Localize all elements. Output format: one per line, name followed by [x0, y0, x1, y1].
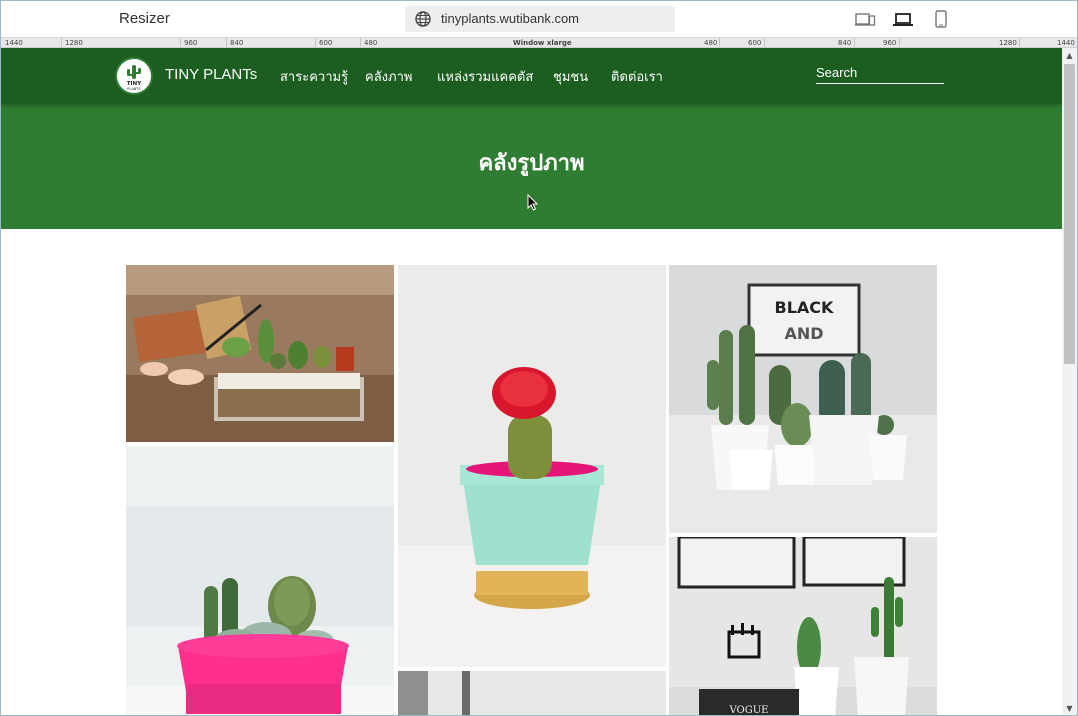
ruler-label: 1280	[999, 39, 1017, 47]
svg-text:BLACK: BLACK	[775, 298, 835, 317]
navbar: TINY PLANTS TINY PLANTs สาระความรู้ คลัง…	[1, 48, 1062, 104]
scroll-down-arrow-icon[interactable]: ▼	[1062, 703, 1077, 715]
nav-item-knowledge[interactable]: สาระความรู้	[280, 66, 348, 87]
cactus-logo-icon: TINY PLANTS	[127, 65, 142, 91]
scroll-up-arrow-icon[interactable]: ▲	[1062, 50, 1077, 62]
ruler-label: 480	[704, 39, 718, 47]
site-logo[interactable]: TINY PLANTS	[115, 57, 153, 95]
width-ruler: 1440 1280 960 840 600 480 Window xlarge …	[1, 37, 1077, 48]
globe-icon	[415, 11, 431, 27]
phone-icon[interactable]	[930, 10, 952, 28]
url-text: tinyplants.wutibank.com	[441, 11, 580, 26]
brand-name[interactable]: TINY PLANTs	[165, 66, 257, 83]
cactus-terrarium-photo[interactable]	[126, 265, 394, 442]
ruler-label: 480	[364, 39, 378, 47]
ruler-label: 1440	[5, 39, 23, 47]
ruler-label: 960	[883, 39, 897, 47]
resizer-title: Resizer	[119, 10, 170, 27]
ruler-label: 960	[184, 39, 198, 47]
svg-text:AND: AND	[784, 324, 823, 343]
nav-item-cactus-sources[interactable]: แหล่งรวมแคคตัส	[437, 66, 533, 87]
svg-text:PLANTS: PLANTS	[127, 87, 141, 91]
ruler-label: 840	[838, 39, 852, 47]
pink-pot-succulents-photo[interactable]	[126, 446, 394, 715]
nav-item-community[interactable]: ชุมชน	[553, 66, 588, 87]
ruler-label: 1440	[1057, 39, 1075, 47]
red-moon-cactus-photo[interactable]	[398, 265, 666, 667]
resizer-toolbar: Resizer tinyplants.wutibank.com	[1, 1, 1077, 37]
resizer-window: Resizer tinyplants.wutibank.com 1440 128…	[0, 0, 1078, 716]
website-viewport: TINY PLANTS TINY PLANTs สาระความรู้ คลัง…	[1, 48, 1062, 716]
svg-text:VOGUE: VOGUE	[729, 705, 769, 716]
gallery-photo-partial[interactable]	[398, 671, 666, 715]
laptop-icon[interactable]	[892, 10, 914, 28]
search-input[interactable]	[816, 62, 944, 84]
cacti-shelf-decor-photo[interactable]: VOGUE	[669, 537, 937, 716]
url-bar[interactable]: tinyplants.wutibank.com	[405, 6, 675, 32]
ruler-label: 600	[748, 39, 762, 47]
nav-item-gallery[interactable]: คลังภาพ	[365, 66, 412, 87]
desktop-tablet-icon[interactable]	[854, 10, 876, 28]
mouse-cursor-icon	[527, 194, 539, 211]
page-scrollbar[interactable]: ▲ ▼	[1062, 48, 1077, 715]
potted-cacti-group-photo[interactable]: BLACK AND	[669, 265, 937, 533]
ruler-label: 600	[319, 39, 333, 47]
ruler-label: 1280	[65, 39, 83, 47]
ruler-window-size-label: Window xlarge	[513, 39, 572, 47]
scrollbar-thumb[interactable]	[1064, 64, 1075, 364]
page-title: คลังรูปภาพ	[478, 150, 585, 175]
ruler-label: 840	[230, 39, 244, 47]
nav-item-contact[interactable]: ติดต่อเรา	[611, 66, 663, 87]
